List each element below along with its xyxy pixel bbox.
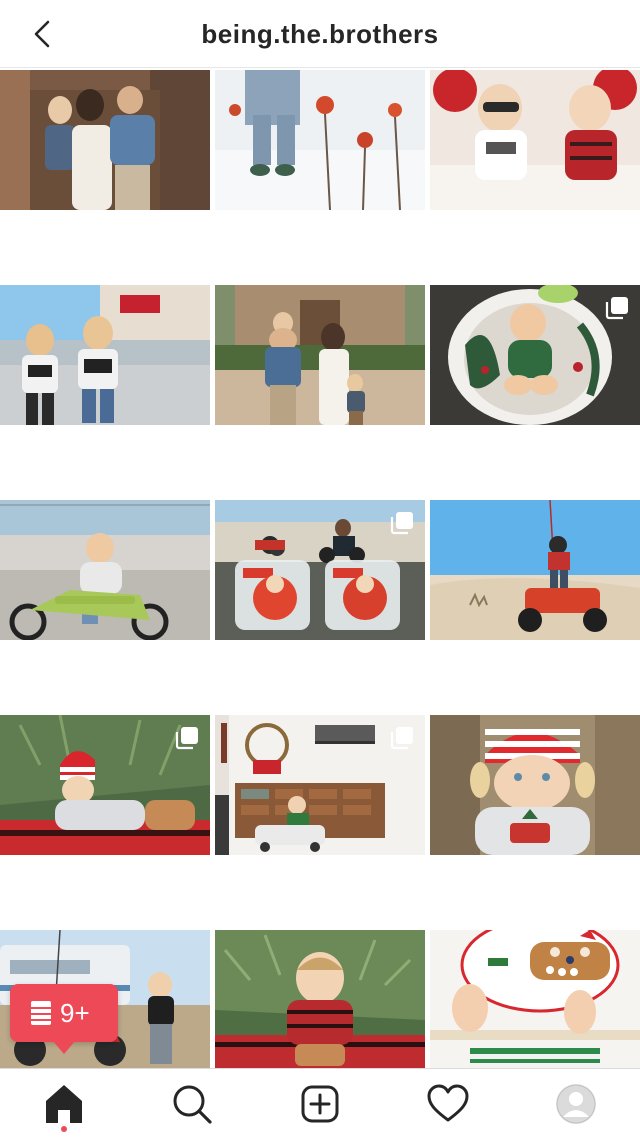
notification-count: 9+ — [60, 998, 90, 1028]
post-thumbnail-image — [430, 70, 640, 210]
search-icon — [173, 1085, 212, 1124]
grid-post-12[interactable] — [430, 715, 640, 925]
carousel-icon — [604, 295, 630, 321]
tab-search[interactable] — [167, 1079, 217, 1129]
grid-post-1[interactable] — [0, 70, 210, 280]
home-active-indicator — [61, 1126, 67, 1132]
tab-new-post[interactable] — [295, 1079, 345, 1129]
grid-post-5[interactable] — [215, 285, 425, 495]
carousel-icon — [389, 510, 415, 536]
activity-list-icon — [31, 1001, 51, 1025]
back-button[interactable] — [24, 14, 64, 54]
post-thumbnail-image — [430, 715, 640, 855]
post-thumbnail-image — [0, 500, 210, 640]
chevron-left-icon — [34, 20, 50, 48]
grid-post-14[interactable] — [215, 930, 425, 1068]
heart-icon — [427, 1084, 469, 1122]
post-thumbnail-image — [215, 285, 425, 425]
grid-post-6[interactable] — [430, 285, 640, 495]
top-nav-bar: being.the.brothers — [0, 0, 640, 68]
grid-post-9[interactable] — [430, 500, 640, 710]
tab-home[interactable] — [39, 1079, 89, 1129]
tab-activity[interactable] — [423, 1079, 473, 1129]
photo-grid — [0, 70, 640, 1068]
grid-post-4[interactable] — [0, 285, 210, 495]
post-thumbnail-image — [430, 930, 640, 1068]
activity-notification-badge[interactable]: 9+ — [10, 984, 118, 1042]
grid-post-2[interactable] — [215, 70, 425, 280]
post-thumbnail-image — [430, 500, 640, 640]
grid-post-8[interactable] — [215, 500, 425, 710]
avatar-icon — [556, 1084, 596, 1124]
badge-pointer — [52, 1040, 76, 1054]
carousel-icon — [389, 725, 415, 751]
grid-post-15[interactable] — [430, 930, 640, 1068]
post-thumbnail-image — [0, 70, 210, 210]
post-thumbnail-image — [0, 285, 210, 425]
carousel-icon — [174, 725, 200, 751]
grid-post-10[interactable] — [0, 715, 210, 925]
post-thumbnail-image — [215, 70, 425, 210]
home-icon — [46, 1085, 82, 1123]
bottom-tab-bar — [0, 1068, 640, 1138]
plus-square-icon — [301, 1085, 339, 1123]
grid-post-7[interactable] — [0, 500, 210, 710]
profile-username-title: being.the.brothers — [201, 19, 439, 49]
tab-profile[interactable] — [551, 1079, 601, 1129]
grid-post-3[interactable] — [430, 70, 640, 280]
post-thumbnail-image — [215, 930, 425, 1068]
grid-post-11[interactable] — [215, 715, 425, 925]
